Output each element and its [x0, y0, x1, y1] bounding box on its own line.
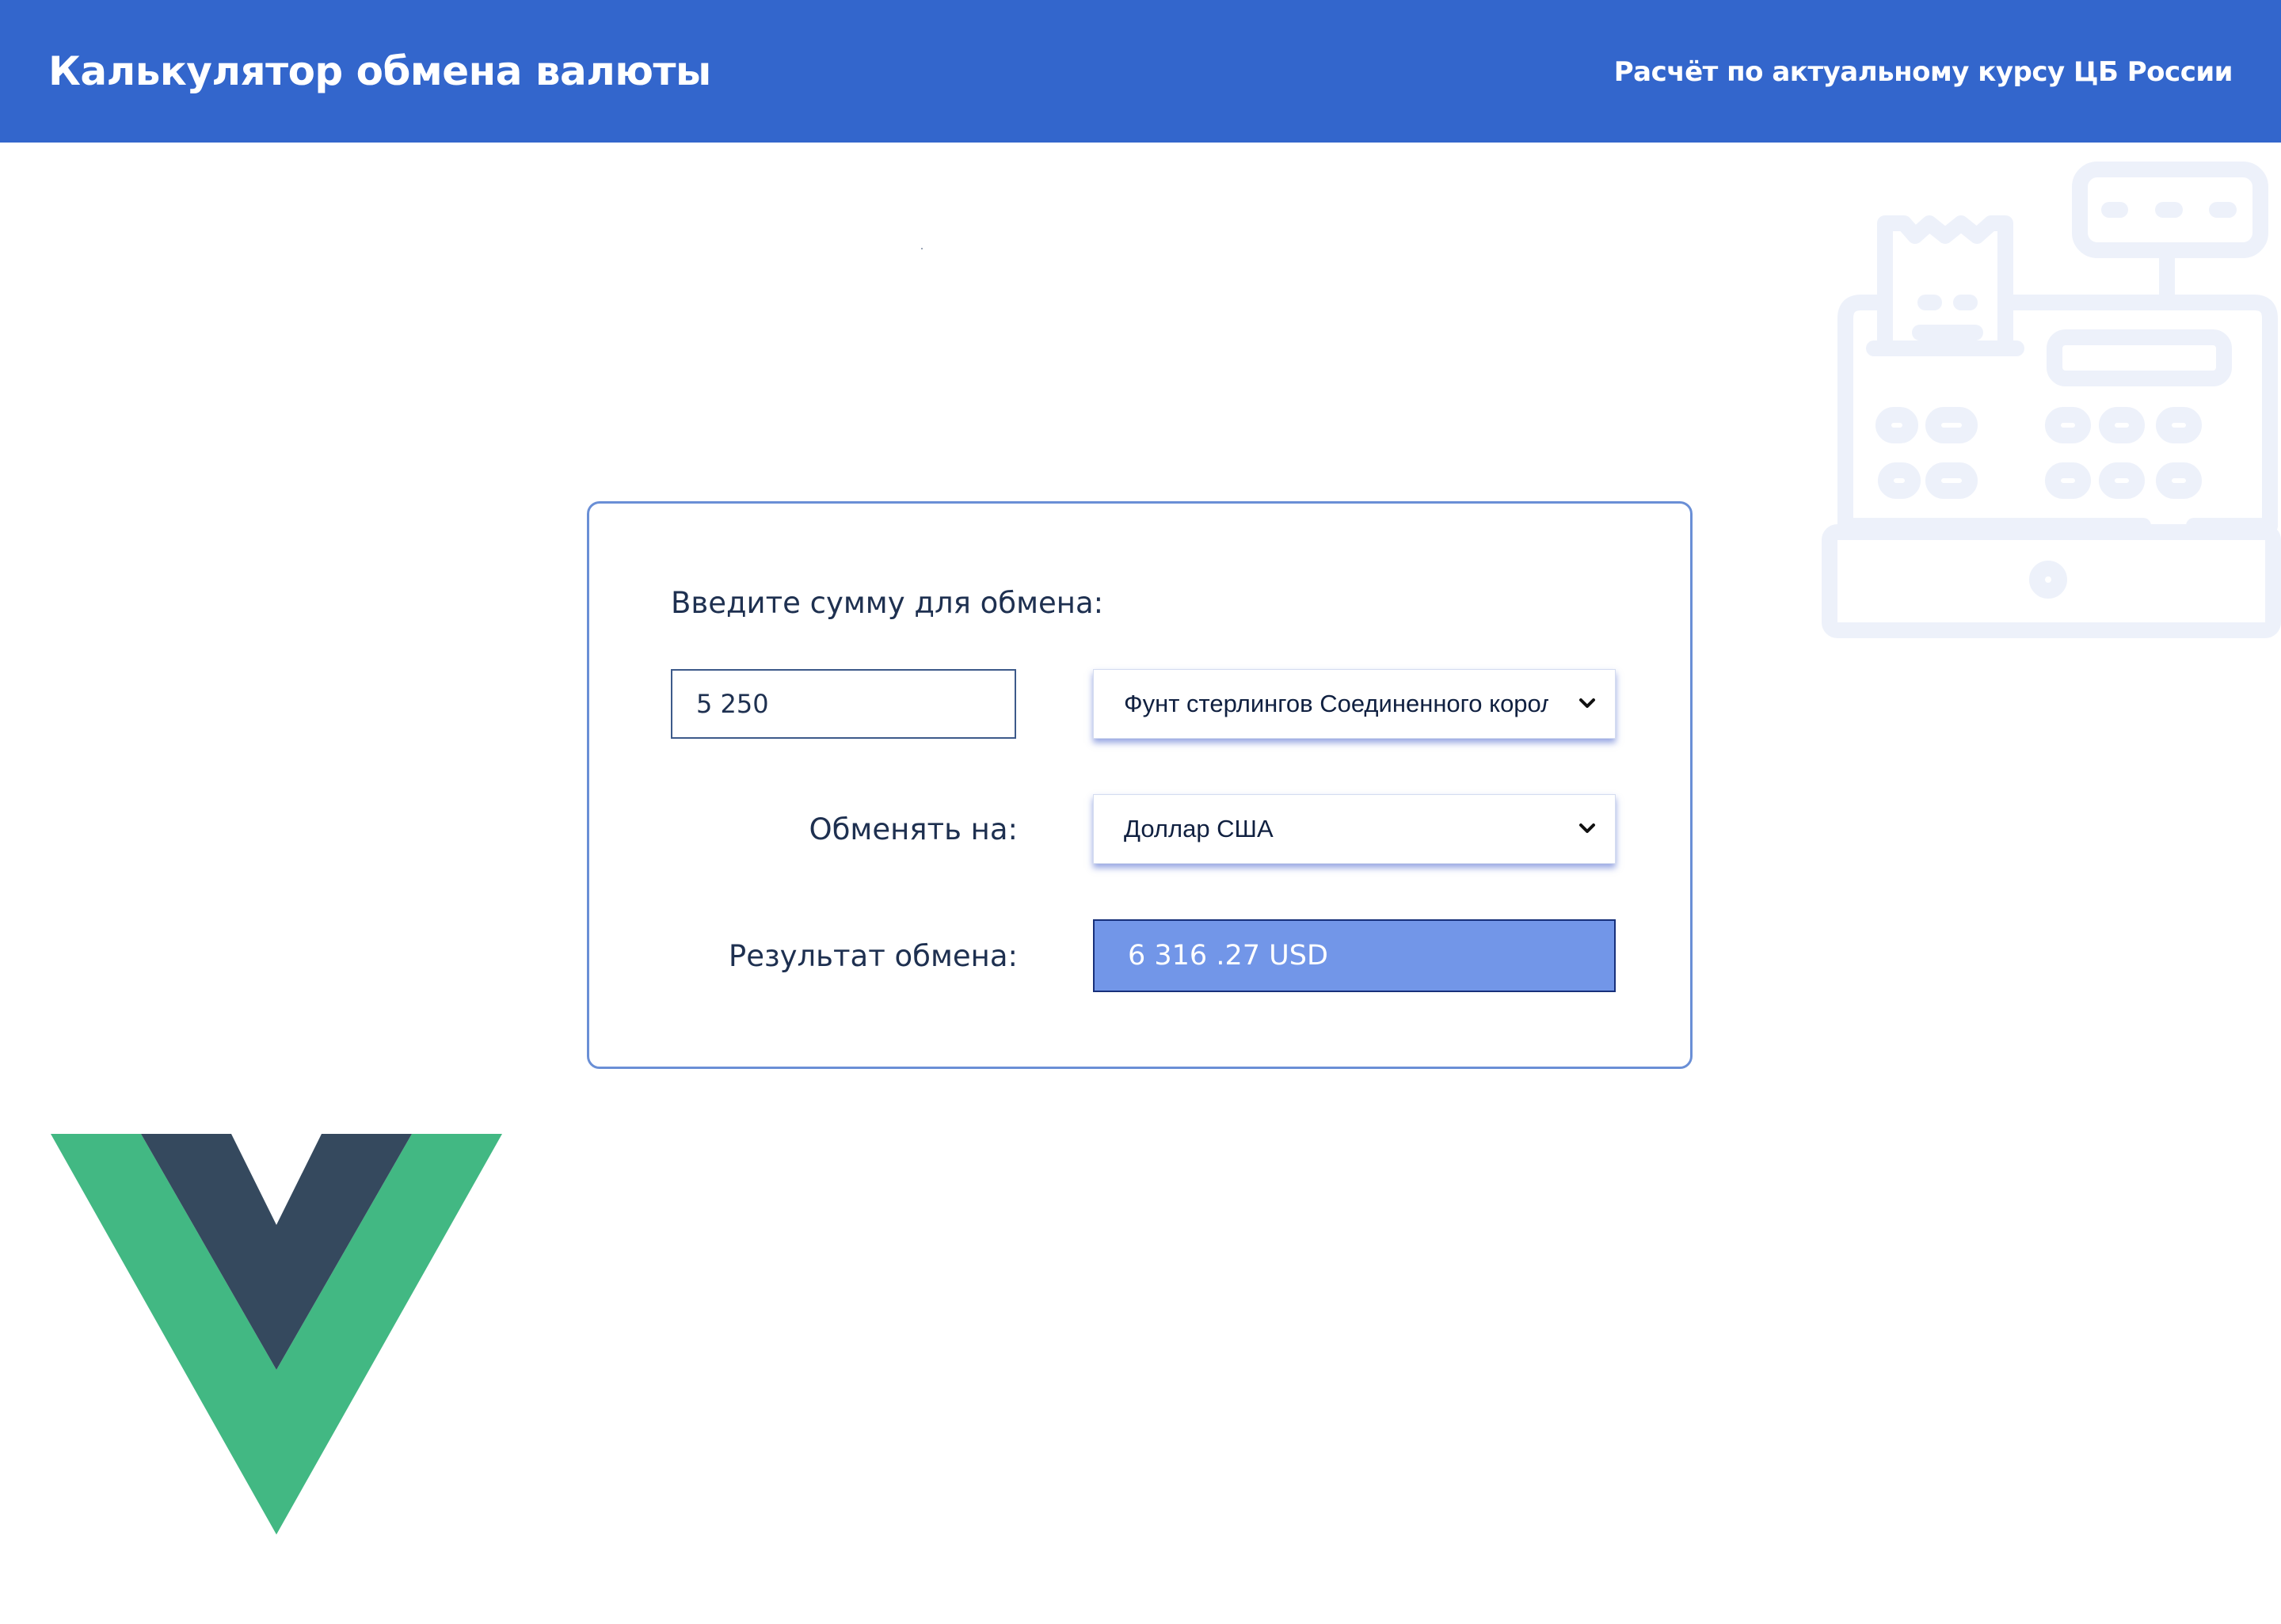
to-currency-label: Обменять на: [809, 812, 1018, 846]
result-value: 6 316 .27 USD [1128, 940, 1328, 972]
decorative-dot [921, 248, 923, 249]
amount-label: Введите сумму для обмена: [671, 586, 1104, 620]
result-output: 6 316 .27 USD [1093, 919, 1616, 992]
to-currency-select[interactable]: Доллар США [1093, 794, 1616, 864]
vue-logo [51, 1134, 502, 1535]
app-subtitle: Расчёт по актуальному курсу ЦБ России [1613, 56, 2233, 88]
cash-register-icon [1822, 162, 2281, 638]
from-currency-value: Фунт стерлингов Соединенного королевства [1124, 690, 1548, 717]
chevron-down-icon [1579, 823, 1595, 833]
amount-input[interactable] [671, 669, 1016, 739]
chevron-down-icon [1579, 698, 1595, 708]
converter-card: Введите сумму для обмена: Фунт стерлинго… [587, 501, 1693, 1069]
app-header: Калькулятор обмена валюты Расчёт по акту… [0, 0, 2281, 143]
app-title: Калькулятор обмена валюты [48, 48, 711, 94]
result-label: Результат обмена: [728, 939, 1018, 973]
to-currency-value: Доллар США [1124, 815, 1274, 842]
from-currency-select[interactable]: Фунт стерлингов Соединенного королевства [1093, 669, 1616, 739]
